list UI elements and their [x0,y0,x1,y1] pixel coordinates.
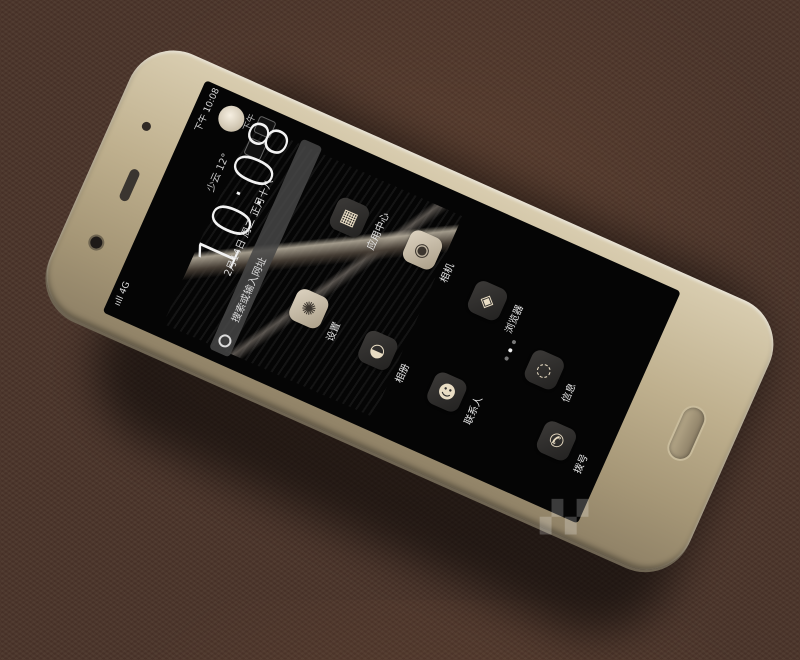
watermark-logo: ▞▞ [540,500,591,535]
app-label: 联系人 [462,394,486,427]
earpiece-speaker [118,167,142,203]
gallery-icon: ◒ [355,327,401,373]
phone-icon: ✆ [533,418,579,464]
app-label: 浏览器 [503,303,526,336]
search-icon [216,332,234,350]
app-label: 设置 [324,320,344,344]
home-button[interactable] [665,404,708,463]
app-store[interactable]: ▦ 应用中心 [313,186,398,281]
app-label: 相册 [393,362,413,386]
globe-icon: ◈ [465,278,510,324]
app-camera[interactable]: ◉ 相机 [386,218,471,313]
photo-scene: ııll 4G 下午 10:08 少云 12° 10:08 下午 2月14日 周… [0,0,800,660]
app-gallery[interactable]: ◒ 相册 [342,319,427,414]
app-label: 信息 [560,381,579,405]
front-camera [88,234,105,251]
signal-indicator: ııll 4G [112,280,133,308]
app-browser[interactable]: ◈ 浏览器 [451,269,536,364]
store-icon: ▦ [326,194,372,240]
app-label: 相机 [438,261,457,285]
app-dialer[interactable]: ✆ 拨号 [520,409,605,504]
proximity-sensor [140,120,153,133]
contacts-icon: ☻ [424,369,470,415]
gear-icon: ✺ [286,286,332,332]
app-contacts[interactable]: ☻ 联系人 [411,360,496,455]
camera-icon: ◉ [400,227,445,273]
message-icon: ◌ [521,347,567,393]
status-time: 下午 10:08 [193,86,222,134]
app-label: 拨号 [572,452,591,476]
app-settings[interactable]: ✺ 设置 [272,277,357,372]
